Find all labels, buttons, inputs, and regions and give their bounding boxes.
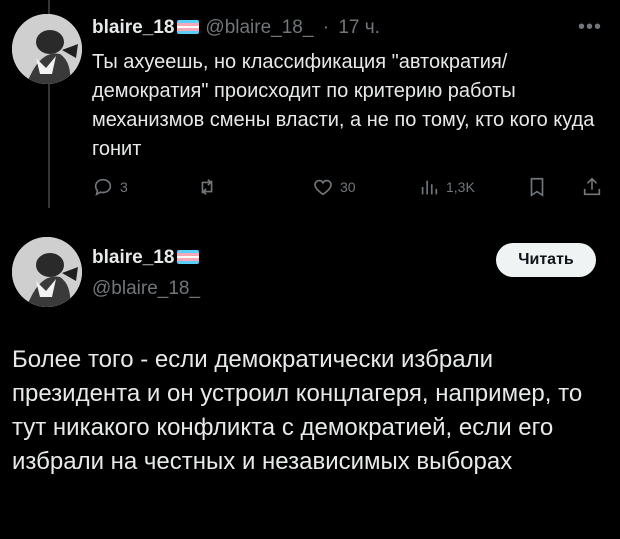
flag-icon	[177, 20, 200, 34]
views-count: 1,3K	[446, 179, 475, 195]
action-bar: 3 30 1,3K	[92, 176, 607, 202]
separator: ·	[322, 17, 330, 38]
avatar-image	[12, 237, 82, 307]
share-icon	[583, 177, 601, 196]
avatar[interactable]	[12, 14, 82, 84]
thread-line-connector	[48, 80, 50, 208]
retweet-icon	[201, 179, 213, 195]
main-author: blaire_18	[92, 246, 200, 270]
display-name[interactable]: blaire_18	[92, 17, 174, 38]
like-icon	[314, 179, 332, 196]
timestamp[interactable]: 17 ч.	[338, 17, 380, 38]
avatar-image	[12, 14, 82, 84]
reply-tweet-text: Ты ахуеешь, но классификация "автократия…	[92, 51, 595, 160]
flag-icon	[177, 250, 200, 264]
bookmark-icon	[530, 177, 544, 197]
views-icon	[421, 180, 438, 195]
reply-count: 3	[120, 179, 128, 195]
like-count: 30	[340, 179, 356, 195]
more-icon[interactable]: •••	[578, 16, 602, 39]
reply-header: blaire_18 @blaire_18_ · 17 ч.	[92, 16, 380, 40]
handle[interactable]: @blaire_18_	[205, 17, 313, 38]
bookmark-button[interactable]	[526, 176, 548, 198]
share-button[interactable]	[581, 176, 603, 198]
thread-line-top	[48, 0, 50, 14]
retweet-button[interactable]	[196, 176, 218, 198]
avatar-main[interactable]	[12, 237, 82, 307]
like-button[interactable]: 30	[312, 176, 356, 198]
handle[interactable]: @blaire_18_	[92, 278, 200, 300]
reply-button[interactable]: 3	[92, 176, 128, 198]
views-button[interactable]: 1,3K	[418, 176, 475, 198]
display-name[interactable]: blaire_18	[92, 247, 174, 268]
follow-button[interactable]: Читать	[496, 243, 596, 277]
reply-icon	[94, 178, 112, 197]
main-tweet-text: Более того - если демократически избрали…	[12, 346, 583, 475]
